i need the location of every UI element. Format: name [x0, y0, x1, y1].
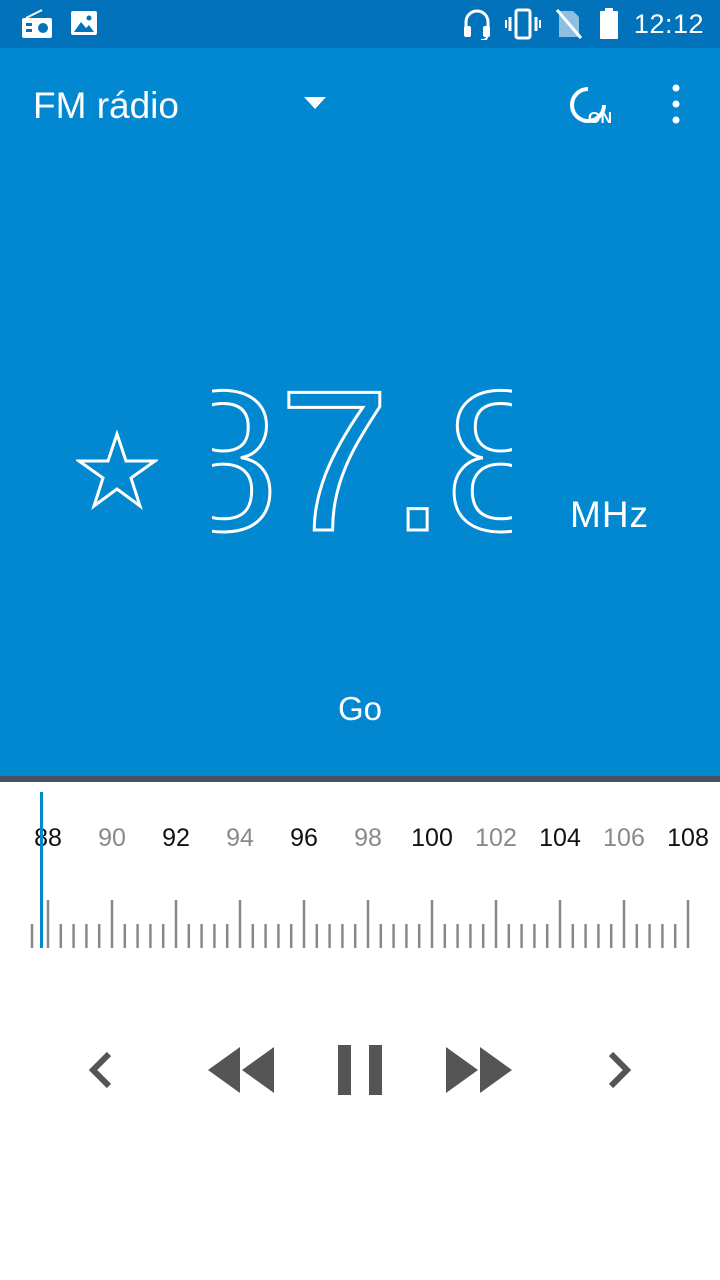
status-bar: 12:12	[0, 0, 720, 48]
battery-icon	[598, 8, 620, 45]
dial-needle[interactable]	[40, 792, 44, 948]
vibrate-icon	[505, 8, 541, 45]
dial-ticks	[30, 900, 690, 948]
next-arrow-icon	[607, 1051, 633, 1094]
no-sim-icon	[555, 8, 583, 45]
rewind-icon	[204, 1045, 276, 1100]
star-outline-icon[interactable]	[74, 429, 160, 515]
pause-icon	[338, 1044, 382, 1100]
prev-arrow-icon	[87, 1051, 113, 1094]
app-title[interactable]: FM rádio	[33, 86, 179, 126]
dropdown-arrow-icon[interactable]	[304, 97, 326, 116]
seek-forward-button[interactable]	[440, 1040, 520, 1104]
frequency-dial[interactable]: 88 90 92 94 96 98 100 102 104 106 108	[0, 782, 720, 982]
seek-back-button[interactable]	[200, 1040, 280, 1104]
power-on-icon[interactable]: ON	[566, 83, 618, 134]
image-icon	[70, 8, 98, 43]
prev-station-button[interactable]	[80, 1040, 120, 1104]
svg-text:ON: ON	[588, 110, 612, 127]
status-time: 12:12	[633, 9, 704, 39]
frequency-value: 87.8	[212, 370, 512, 570]
station-name: Go	[337, 690, 383, 727]
next-station-button[interactable]	[600, 1040, 640, 1104]
frequency-unit: MHz	[570, 494, 650, 535]
frequency-display: 87.8	[212, 370, 512, 570]
headset-icon	[462, 8, 492, 45]
more-vert-icon[interactable]	[666, 80, 686, 133]
radio-icon	[20, 8, 54, 45]
pause-button[interactable]	[330, 1040, 390, 1104]
fast-forward-icon	[444, 1045, 516, 1100]
